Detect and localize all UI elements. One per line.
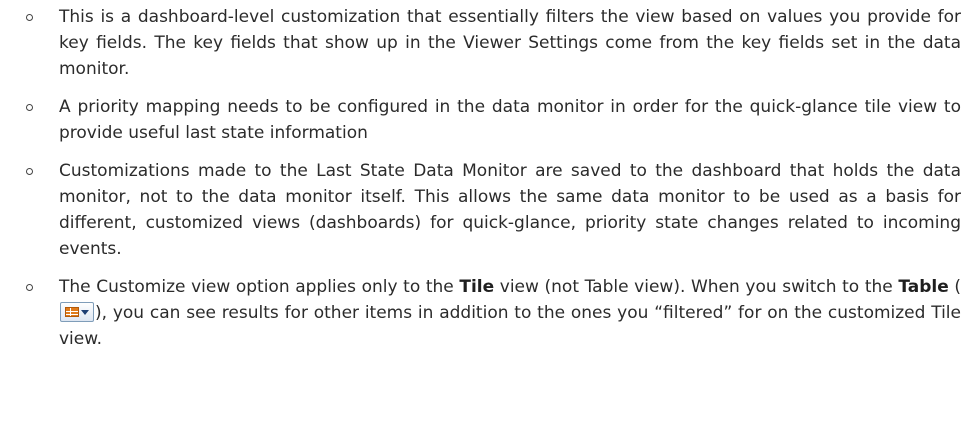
hollow-bullet-icon [26, 14, 33, 21]
notes-list: This is a dashboard-level customization … [0, 4, 961, 352]
hollow-bullet-icon [26, 168, 33, 175]
bullet-text-middle: view (not Table view). When you switch t… [494, 277, 899, 297]
bullet-text: A priority mapping needs to be configure… [59, 97, 961, 143]
document-page: This is a dashboard-level customization … [0, 0, 977, 437]
table-term: Table [898, 277, 949, 297]
hollow-bullet-icon [26, 104, 33, 111]
bullet-text: Customizations made to the Last State Da… [59, 161, 961, 259]
list-item: Customizations made to the Last State Da… [0, 158, 961, 262]
hollow-bullet-icon [26, 284, 33, 291]
open-paren: ( [948, 277, 961, 297]
bullet-text: This is a dashboard-level customization … [59, 7, 961, 79]
bullet-text-end: ), you can see results for other items i… [59, 303, 961, 349]
table-view-dropdown-icon [60, 302, 94, 322]
list-item: The Customize view option applies only t… [0, 274, 961, 352]
list-item: This is a dashboard-level customization … [0, 4, 961, 82]
list-item: A priority mapping needs to be configure… [0, 94, 961, 146]
tile-term: Tile [459, 277, 495, 297]
bullet-text-start: The Customize view option applies only t… [59, 277, 460, 297]
